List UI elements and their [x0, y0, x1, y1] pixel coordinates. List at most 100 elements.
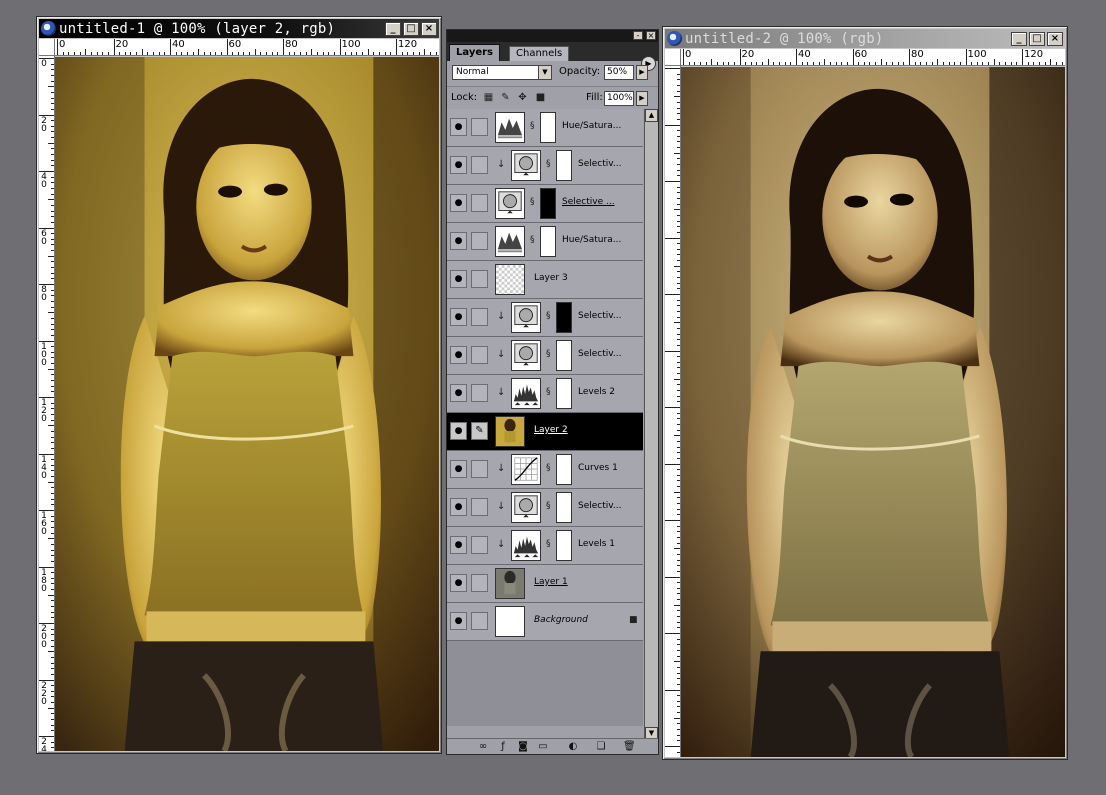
layer-link-toggle[interactable]: [471, 346, 488, 364]
new-layer-icon[interactable]: ❏: [595, 741, 607, 752]
ruler-origin[interactable]: [39, 39, 55, 56]
close-button[interactable]: ×: [1047, 31, 1063, 46]
fill-input[interactable]: 100%: [604, 91, 634, 106]
vertical-ruler[interactable]: 0 20 40 60 80 100 120 140 160 180 200 220 24: [39, 56, 55, 751]
mask-link-chain-icon[interactable]: §: [546, 159, 551, 169]
layer-mask-thumbnail[interactable]: [540, 226, 556, 257]
image-canvas[interactable]: [681, 67, 1065, 757]
horizontal-ruler[interactable]: 0 20 40 60 80 100 120: [55, 39, 439, 56]
layer-row[interactable]: ● ✎ Layer 2: [447, 413, 643, 451]
layer-row[interactable]: ● § Hue/Satura...: [447, 223, 643, 261]
visibility-eye-icon[interactable]: ●: [450, 232, 467, 250]
layer-mask-thumbnail[interactable]: [556, 492, 572, 523]
mask-link-chain-icon[interactable]: §: [530, 235, 535, 245]
image-canvas[interactable]: [55, 57, 439, 751]
visibility-eye-icon[interactable]: ●: [450, 384, 467, 402]
layer-row[interactable]: ● ↓ § Selectiv...: [447, 299, 643, 337]
layer-row[interactable]: ● § Hue/Satura...: [447, 109, 643, 147]
mask-link-chain-icon[interactable]: §: [546, 311, 551, 321]
layer-row[interactable]: ● ↓ § Selectiv...: [447, 489, 643, 527]
fill-slider-arrow-icon[interactable]: ▶: [636, 91, 648, 106]
layer-thumbnail[interactable]: [495, 264, 525, 295]
layer-row[interactable]: ● ↓ § Levels 2: [447, 375, 643, 413]
maximize-button[interactable]: □: [403, 21, 419, 36]
layer-link-toggle[interactable]: [471, 270, 488, 288]
mask-link-chain-icon[interactable]: §: [546, 463, 551, 473]
layer-link-toggle[interactable]: [471, 536, 488, 554]
layer-link-toggle[interactable]: [471, 232, 488, 250]
title-bar[interactable]: untitled-2 @ 100% (rgb) _ □ ×: [665, 29, 1065, 48]
horizontal-ruler[interactable]: 0 20 40 60 80 100 120: [681, 49, 1065, 66]
blend-mode-select[interactable]: Normal ▼: [452, 65, 552, 80]
mask-link-chain-icon[interactable]: §: [530, 121, 535, 131]
title-bar[interactable]: untitled-1 @ 100% (layer 2, rgb) _ □ ×: [39, 19, 439, 38]
ruler-origin[interactable]: [665, 49, 681, 66]
visibility-eye-icon[interactable]: ●: [450, 498, 467, 516]
layer-list[interactable]: ● § Hue/Satura... ● ↓ § Selectiv... ● § Selective…: [447, 109, 643, 726]
layer-thumbnail[interactable]: [495, 188, 525, 219]
document-window-right[interactable]: untitled-2 @ 100% (rgb) _ □ × 0 20 40 60 80 1…: [662, 26, 1068, 760]
layer-row[interactable]: ● ↓ § Levels 1: [447, 527, 643, 565]
palette-close-button[interactable]: ×: [646, 31, 656, 40]
mask-link-chain-icon[interactable]: §: [530, 197, 535, 207]
lock-all-icon[interactable]: ■: [535, 92, 546, 103]
mask-link-chain-icon[interactable]: §: [546, 539, 551, 549]
layer-mask-thumbnail[interactable]: [556, 302, 572, 333]
mask-link-chain-icon[interactable]: §: [546, 349, 551, 359]
layer-thumbnail[interactable]: [511, 530, 541, 561]
vertical-ruler[interactable]: [665, 66, 681, 757]
layer-mask-thumbnail[interactable]: [556, 340, 572, 371]
visibility-eye-icon[interactable]: ●: [450, 270, 467, 288]
layer-link-toggle[interactable]: [471, 612, 488, 630]
layer-row[interactable]: ● Background ■: [447, 603, 643, 641]
layer-link-toggle[interactable]: [471, 156, 488, 174]
lock-image-brush-icon[interactable]: ✎: [500, 92, 511, 103]
visibility-eye-icon[interactable]: ●: [450, 156, 467, 174]
layer-mask-thumbnail[interactable]: [540, 112, 556, 143]
layer-link-toggle[interactable]: [471, 308, 488, 326]
layer-thumbnail[interactable]: [511, 454, 541, 485]
palette-title-bar[interactable]: - ×: [447, 30, 658, 42]
adjustment-layer-icon[interactable]: ◐: [567, 741, 579, 752]
visibility-eye-icon[interactable]: ●: [450, 346, 467, 364]
layer-thumbnail[interactable]: [511, 150, 541, 181]
layer-thumbnail[interactable]: [495, 568, 525, 599]
layer-style-icon[interactable]: ƒ: [497, 741, 509, 752]
layer-thumbnail[interactable]: [511, 492, 541, 523]
close-button[interactable]: ×: [421, 21, 437, 36]
layer-link-toggle[interactable]: [471, 574, 488, 592]
layer-link-toggle[interactable]: [471, 498, 488, 516]
layer-mask-thumbnail[interactable]: [556, 150, 572, 181]
layer-link-toggle[interactable]: [471, 460, 488, 478]
visibility-eye-icon[interactable]: ●: [450, 460, 467, 478]
layer-row[interactable]: ● § Selective ...: [447, 185, 643, 223]
layer-thumbnail[interactable]: [495, 226, 525, 257]
layer-mask-icon[interactable]: ◙: [517, 741, 529, 752]
layer-row[interactable]: ● ↓ § Curves 1: [447, 451, 643, 489]
layer-mask-thumbnail[interactable]: [556, 454, 572, 485]
visibility-eye-icon[interactable]: ●: [450, 194, 467, 212]
visibility-eye-icon[interactable]: ●: [450, 422, 467, 440]
tab-layers[interactable]: Layers: [449, 44, 500, 61]
layer-link-toggle[interactable]: [471, 384, 488, 402]
layer-thumbnail[interactable]: [495, 416, 525, 447]
link-layers-icon[interactable]: ∞: [477, 741, 489, 752]
layer-thumbnail[interactable]: [511, 340, 541, 371]
trash-icon[interactable]: 🗑: [623, 741, 636, 752]
palette-minimize-button[interactable]: -: [633, 31, 643, 40]
document-window-left[interactable]: untitled-1 @ 100% (layer 2, rgb) _ □ × 0…: [36, 16, 442, 754]
lock-position-move-icon[interactable]: ✥: [517, 92, 528, 103]
visibility-eye-icon[interactable]: ●: [450, 118, 467, 136]
visibility-eye-icon[interactable]: ●: [450, 308, 467, 326]
layer-mask-thumbnail[interactable]: [556, 378, 572, 409]
layer-link-toggle[interactable]: [471, 118, 488, 136]
new-set-icon[interactable]: ▭: [537, 741, 549, 752]
mask-link-chain-icon[interactable]: §: [546, 387, 551, 397]
layer-thumbnail[interactable]: [511, 378, 541, 409]
maximize-button[interactable]: □: [1029, 31, 1045, 46]
layer-mask-thumbnail[interactable]: [540, 188, 556, 219]
layer-link-toggle[interactable]: [471, 194, 488, 212]
layer-row[interactable]: ● Layer 1: [447, 565, 643, 603]
layer-row[interactable]: ● Layer 3: [447, 261, 643, 299]
scroll-up-button[interactable]: ▲: [645, 109, 658, 122]
